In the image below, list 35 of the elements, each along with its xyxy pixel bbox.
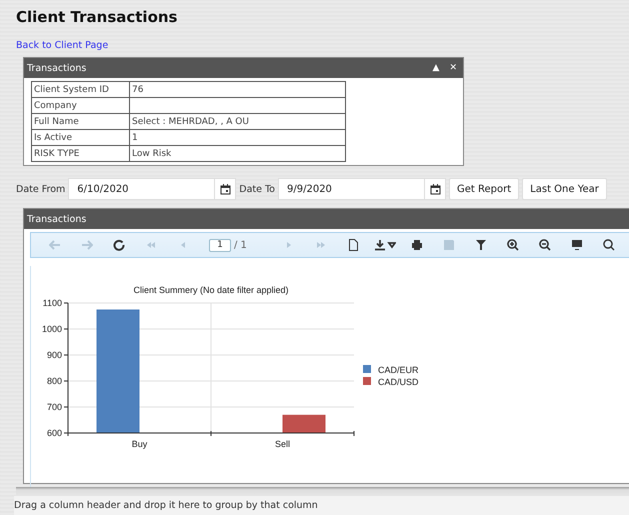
back-link[interactable]: Back to Client Page xyxy=(16,40,108,51)
table-cell: Low Risk xyxy=(130,146,346,162)
table-cell: Select : MEHRDAD, , A OU xyxy=(130,114,346,130)
y-tick-label: 1100 xyxy=(42,298,62,308)
y-tick-label: 1000 xyxy=(42,324,62,334)
table-cell: Is Active xyxy=(32,130,130,146)
panel-title: Transactions xyxy=(27,214,86,224)
table-cell: Company xyxy=(32,98,130,114)
date-from-label: Date From xyxy=(16,184,66,194)
date-to-field[interactable]: 9/9/2020 xyxy=(278,178,446,200)
chart-title: Client Summery (No date filter applied) xyxy=(133,285,289,295)
panel-title: Transactions xyxy=(27,62,86,74)
x-tick-label: Buy xyxy=(132,439,148,449)
page-title: Client Transactions xyxy=(16,8,178,28)
x-tick-label: Sell xyxy=(275,439,290,449)
y-tick-label: 600 xyxy=(46,428,62,438)
legend-label: CAD/EUR xyxy=(378,365,419,375)
page-total: / 1 xyxy=(234,240,247,250)
table-cell: Full Name xyxy=(32,114,130,130)
group-hint: Drag a column header and drop it here to group by that column xyxy=(14,496,629,515)
legend-label: CAD/USD xyxy=(378,377,419,387)
report-button[interactable]: Get Report xyxy=(449,178,520,200)
date-to-label: Date To xyxy=(239,184,275,194)
table-cell: Client System ID xyxy=(32,82,130,98)
page-number-field[interactable]: 1 xyxy=(209,238,231,252)
collapse-icon[interactable]: ▲ xyxy=(432,63,440,73)
date-from-field[interactable]: 6/10/2020 xyxy=(68,178,236,200)
report-button[interactable]: Last One Year xyxy=(522,178,607,200)
y-tick-label: 800 xyxy=(46,376,62,386)
table-cell: RISK TYPE xyxy=(32,146,130,162)
y-tick-label: 700 xyxy=(46,402,62,412)
y-tick-label: 900 xyxy=(46,350,62,360)
table-cell: 76 xyxy=(130,82,346,98)
close-icon[interactable]: ✕ xyxy=(449,63,457,73)
table-cell: 1 xyxy=(130,130,346,146)
